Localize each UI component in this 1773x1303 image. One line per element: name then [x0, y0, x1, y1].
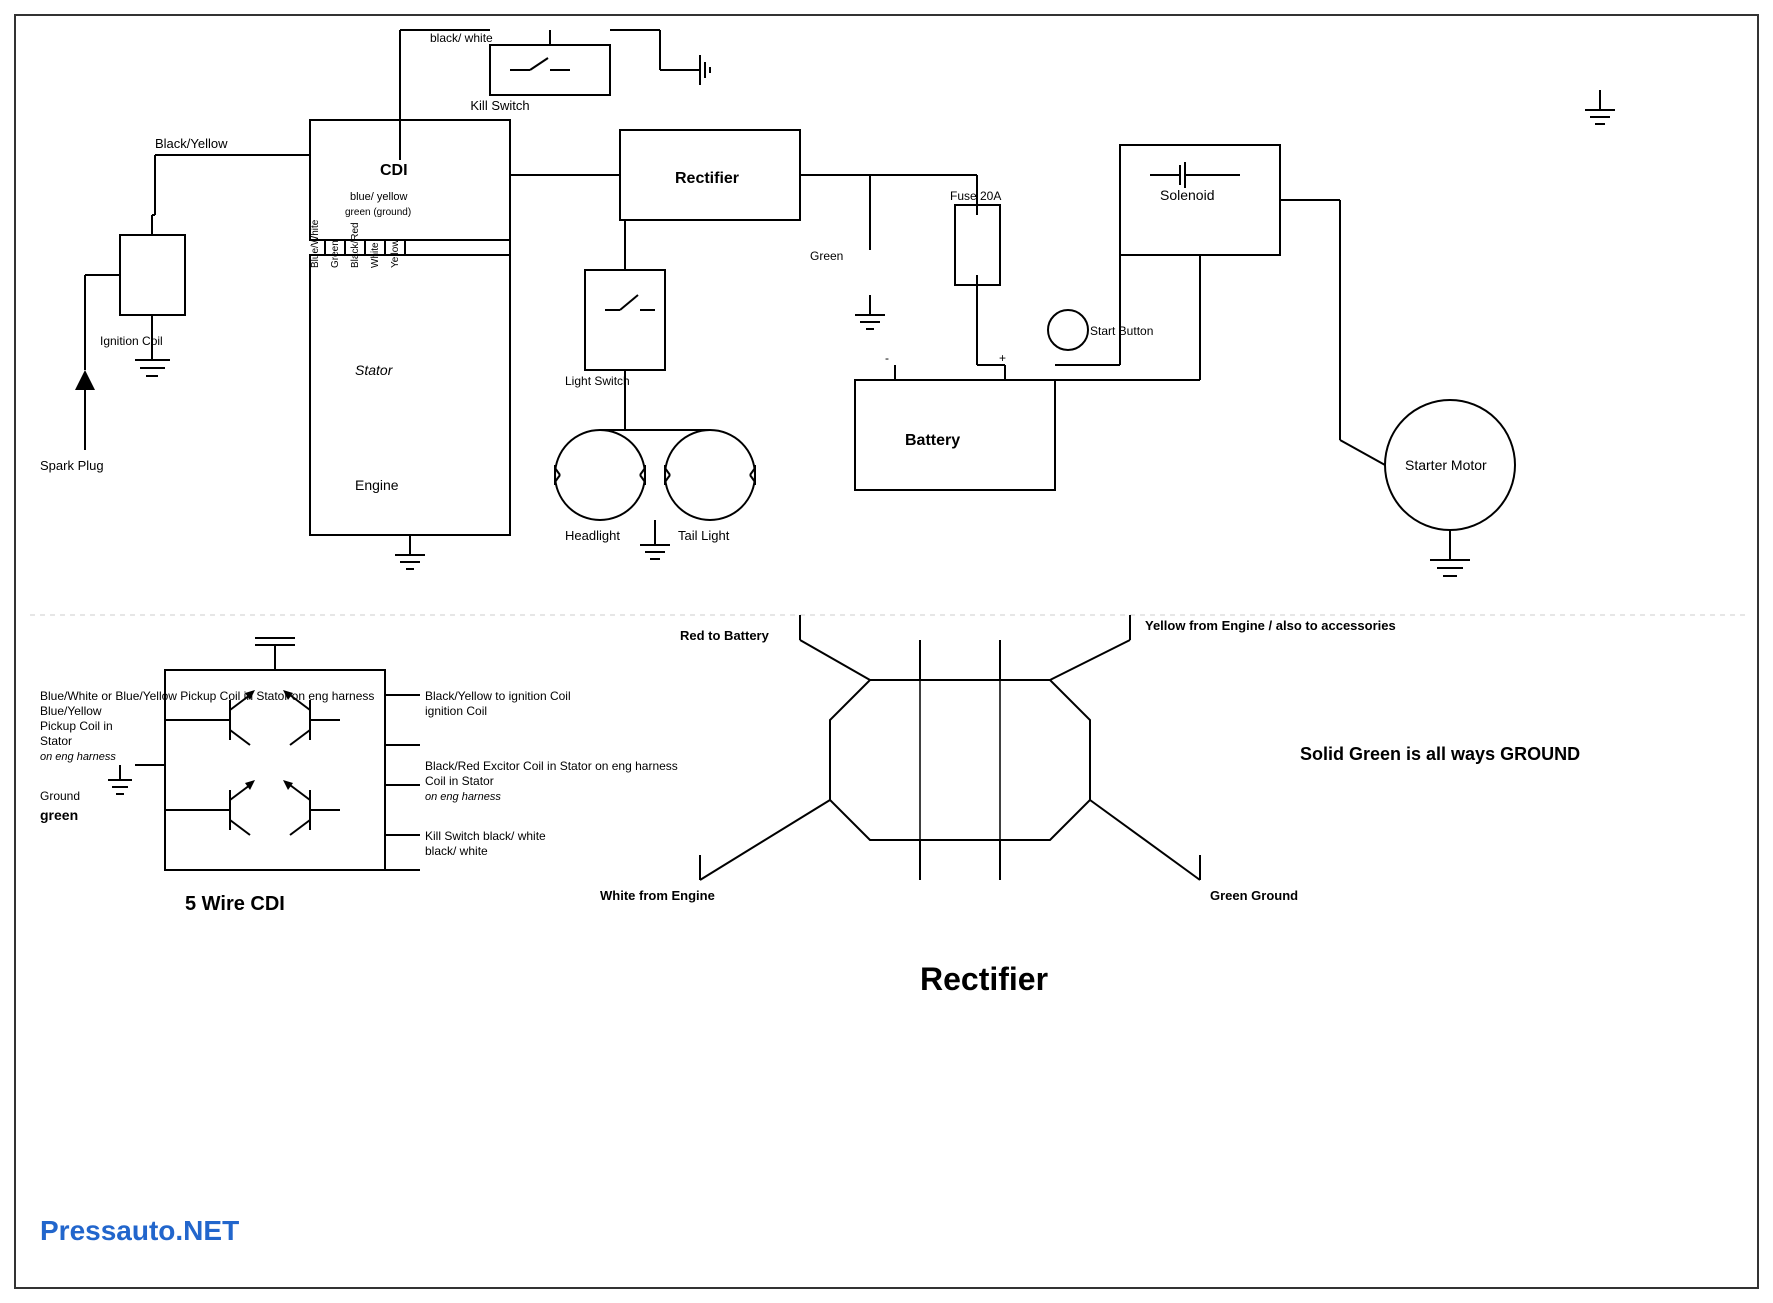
watermark: Pressauto.NET — [40, 1215, 239, 1246]
bk-red-label: Black/Red Excitor Coil in Stator on eng … — [425, 759, 678, 773]
white-engine-label: White from Engine — [600, 888, 715, 903]
white-label: White — [370, 242, 381, 268]
svg-text:on eng harness: on eng harness — [425, 791, 501, 803]
spark-plug-label: Spark Plug — [40, 458, 104, 473]
cdi-ground-label: green (ground) — [345, 207, 411, 218]
svg-text:Blue/Yellow: Blue/Yellow — [40, 704, 102, 718]
five-wire-cdi-title: 5 Wire CDI — [185, 893, 285, 915]
svg-text:black/ white: black/ white — [425, 844, 488, 858]
light-switch-label: Light Switch — [565, 374, 630, 388]
solenoid-label: Solenoid — [1160, 187, 1215, 203]
svg-text:ignition Coil: ignition Coil — [425, 704, 487, 718]
kill-switch-label: Kill Switch — [470, 98, 529, 113]
headlight-label: Headlight — [565, 528, 620, 543]
black-red-label: Black/Red — [350, 222, 361, 268]
svg-text:+: + — [999, 351, 1006, 365]
battery-label: Battery — [905, 432, 960, 449]
green-ground-label: Green Ground — [1210, 888, 1298, 903]
rectifier-label: Rectifier — [675, 170, 739, 187]
blue-white-label: Blue/White — [310, 219, 321, 268]
engine-label: Engine — [355, 477, 399, 493]
black-yellow-label: Black/Yellow — [155, 136, 228, 151]
cdi-label: CDI — [380, 162, 408, 179]
yellow-engine-label: Yellow from Engine / also to accessories — [1145, 618, 1396, 633]
bw-wire-label: black/ white — [430, 31, 493, 45]
ignition-coil-label: Ignition Coil — [100, 334, 163, 348]
blue-white-yellow-label: Blue/White or Blue/Yellow Pickup Coil in… — [40, 689, 374, 703]
svg-text:on eng harness: on eng harness — [40, 751, 116, 763]
green-wire-label: Green — [810, 249, 843, 263]
starter-motor-label: Starter Motor — [1405, 457, 1487, 473]
svg-text:Stator: Stator — [40, 734, 72, 748]
wiring-diagram: Kill Switch black/ white CDI blue/ yello… — [0, 0, 1773, 1303]
green-label: Green — [330, 240, 341, 268]
green-label-bottom: green — [40, 807, 78, 823]
svg-text:Coil in Stator: Coil in Stator — [425, 774, 494, 788]
bk-yellow-coil-label: Black/Yellow to ignition Coil — [425, 689, 571, 703]
svg-text:-: - — [885, 351, 889, 365]
svg-text:Pickup Coil in: Pickup Coil in — [40, 719, 113, 733]
kill-switch-bw-label: Kill Switch black/ white — [425, 829, 546, 843]
cdi-sublabel: blue/ yellow — [350, 191, 408, 203]
solid-green-label: Solid Green is all ways GROUND — [1300, 744, 1580, 764]
stator-label: Stator — [355, 362, 394, 378]
start-button-label: Start Button — [1090, 324, 1153, 338]
red-battery-label: Red to Battery — [680, 628, 770, 643]
fuse-label: Fuse 20A — [950, 189, 1001, 203]
tail-light-label: Tail Light — [678, 528, 730, 543]
yellow-label: Yellow — [390, 239, 401, 268]
ground-label: Ground — [40, 789, 80, 803]
rectifier-title: Rectifier — [920, 961, 1048, 997]
